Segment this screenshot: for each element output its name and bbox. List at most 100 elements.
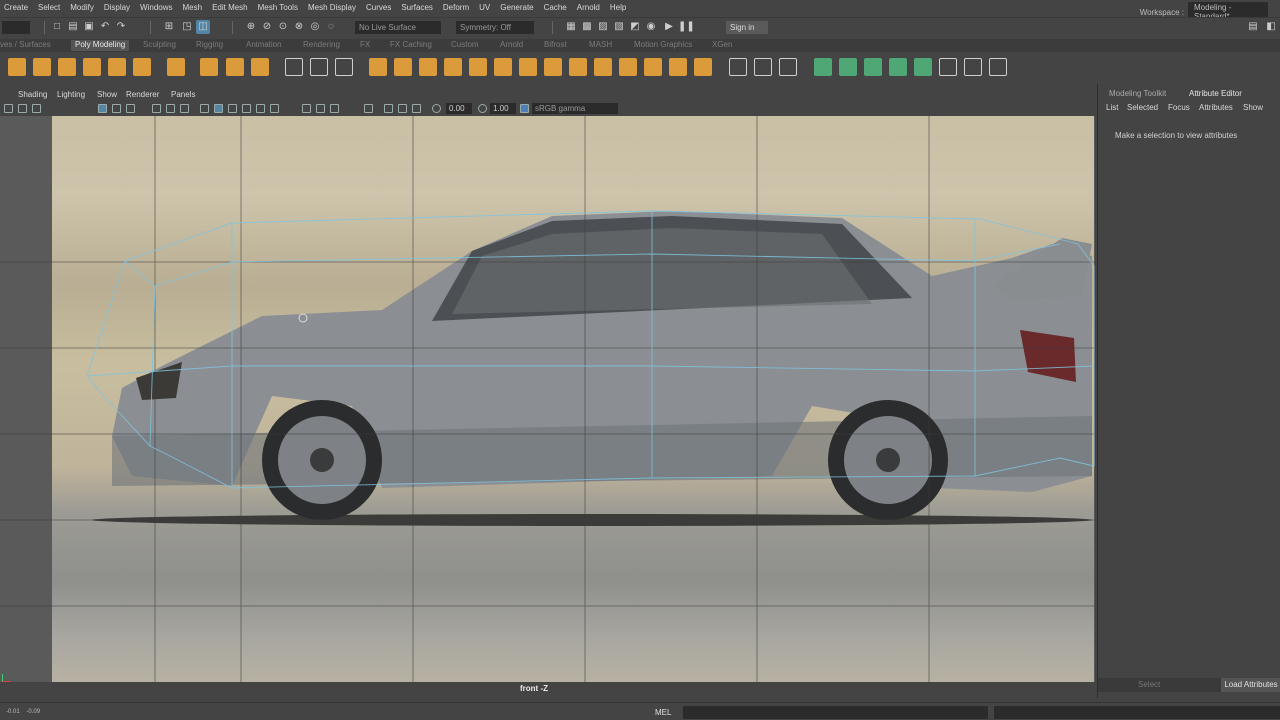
redo-icon[interactable]: ↷ (114, 20, 128, 34)
shadows-icon[interactable] (270, 104, 279, 113)
multi-cut-icon[interactable] (644, 58, 662, 76)
script-language-toggle[interactable]: MEL (655, 708, 671, 717)
super-shape-icon[interactable] (200, 58, 218, 76)
menu-windows[interactable]: Windows (136, 3, 178, 12)
select-object-icon[interactable]: ◳ (180, 20, 194, 34)
svg-tool-icon[interactable] (251, 58, 269, 76)
connect-icon[interactable] (779, 58, 797, 76)
shelf-tab-poly-modeling[interactable]: Poly Modeling (71, 40, 130, 51)
menu-attributes[interactable]: Attributes (1199, 103, 1233, 112)
type-tool-icon[interactable] (226, 58, 244, 76)
menu-curves[interactable]: Curves (362, 3, 397, 12)
xray-components-icon[interactable] (398, 104, 407, 113)
offset-loop-icon[interactable] (694, 58, 712, 76)
bevel-icon[interactable] (469, 58, 487, 76)
color-management-icon[interactable] (520, 104, 529, 113)
panel-menu-panels[interactable]: Panels (171, 90, 195, 99)
new-scene-icon[interactable]: □ (50, 20, 64, 34)
wireframe-icon[interactable] (200, 104, 209, 113)
render-settings-icon[interactable]: ▧ (612, 20, 626, 34)
extrude-icon[interactable] (419, 58, 437, 76)
tab-modeling-toolkit[interactable]: Modeling Toolkit (1109, 89, 1166, 98)
menu-mesh-display[interactable]: Mesh Display (304, 3, 362, 12)
menu-modify[interactable]: Modify (66, 3, 100, 12)
use-lights-icon[interactable] (256, 104, 265, 113)
film-gate-icon[interactable] (112, 104, 121, 113)
shelf-tab-fx-caching[interactable]: FX Caching (390, 40, 432, 51)
wireframe-on-shaded-icon[interactable] (228, 104, 237, 113)
mirror-icon[interactable] (814, 58, 832, 76)
xray-icon[interactable] (242, 104, 251, 113)
arnold-render-icon[interactable]: ◉ (644, 20, 658, 34)
bookmarks-icon[interactable] (32, 104, 41, 113)
shelf-tab-fx[interactable]: FX (360, 40, 370, 51)
shelf-tab-xgen[interactable]: XGen (712, 40, 732, 51)
boolean-icon[interactable] (369, 58, 387, 76)
uv-unfold-icon[interactable] (839, 58, 857, 76)
layout-icon[interactable]: ◧ (1264, 20, 1278, 34)
poly-plane-icon[interactable] (108, 58, 126, 76)
menu-cache[interactable]: Cache (540, 3, 573, 12)
platonic-icon[interactable] (167, 58, 185, 76)
select-hierarchy-icon[interactable]: ⊞ (162, 20, 176, 34)
menu-list[interactable]: List (1106, 103, 1118, 112)
menu-deform[interactable]: Deform (439, 3, 475, 12)
shelf-tab-rendering[interactable]: Rendering (303, 40, 340, 51)
chamfer-icon[interactable] (619, 58, 637, 76)
pause-icon[interactable]: ❚❚ (678, 20, 695, 34)
select-component-icon[interactable]: ◫ (196, 20, 210, 34)
shelf-tab-animation[interactable]: Animation (246, 40, 282, 51)
menu-show[interactable]: Show (1243, 103, 1263, 112)
smooth-shade-icon[interactable] (214, 104, 223, 113)
menu-generate[interactable]: Generate (496, 3, 539, 12)
poly-cube-icon[interactable] (33, 58, 51, 76)
menu-arnold[interactable]: Arnold (573, 3, 606, 12)
snap-point-icon[interactable]: ⊙ (276, 20, 290, 34)
view-transform-select[interactable]: sRGB gamma (532, 103, 618, 114)
shelf-tab-rigging[interactable]: Rigging (196, 40, 223, 51)
menu-select[interactable]: Select (34, 3, 66, 12)
safe-action-icon[interactable] (180, 104, 189, 113)
poke-icon[interactable] (594, 58, 612, 76)
resolution-gate-icon[interactable] (126, 104, 135, 113)
cut-uv-icon[interactable] (964, 58, 982, 76)
shelf-tab-arnold[interactable]: Arnold (500, 40, 523, 51)
playback-icon[interactable]: ▶ (662, 20, 676, 34)
uv-editor-icon[interactable] (939, 58, 957, 76)
hypershade-icon[interactable]: ◩ (628, 20, 642, 34)
command-input[interactable] (683, 706, 988, 719)
exposure-icon[interactable] (432, 104, 441, 113)
render-sequence-icon[interactable]: ▩ (580, 20, 594, 34)
gamma-icon[interactable] (478, 104, 487, 113)
render-current-icon[interactable]: ▦ (564, 20, 578, 34)
live-surface-field[interactable]: No Live Surface (355, 21, 441, 34)
poly-sphere-icon[interactable] (8, 58, 26, 76)
insert-edge-loop-icon[interactable] (669, 58, 687, 76)
shelf-tab-custom[interactable]: Custom (451, 40, 479, 51)
menu-mesh[interactable]: Mesh (179, 3, 209, 12)
sculpt-icon[interactable] (754, 58, 772, 76)
uv-layout-icon[interactable] (864, 58, 882, 76)
xray-joints-icon[interactable] (384, 104, 393, 113)
shelf-tab-bifrost[interactable]: Bifrost (544, 40, 567, 51)
shelf-tab-motion-graphics[interactable]: Motion Graphics (634, 40, 692, 51)
separate-icon[interactable] (310, 58, 328, 76)
extract-icon[interactable] (394, 58, 412, 76)
gate-mask-icon[interactable] (152, 104, 161, 113)
field-chart-icon[interactable] (166, 104, 175, 113)
undo-icon[interactable]: ↶ (98, 20, 112, 34)
bridge-icon[interactable] (444, 58, 462, 76)
uv-planar-icon[interactable] (889, 58, 907, 76)
panel-menu-renderer[interactable]: Renderer (126, 90, 159, 99)
poly-torus-icon[interactable] (83, 58, 101, 76)
exposure-field[interactable]: 0.00 (446, 103, 472, 114)
fill-hole-icon[interactable] (544, 58, 562, 76)
symmetry-field[interactable]: Symmetry: Off (456, 21, 534, 34)
menu-surfaces[interactable]: Surfaces (397, 3, 439, 12)
menu-create[interactable]: Create (0, 3, 34, 12)
menu-edit-mesh[interactable]: Edit Mesh (208, 3, 254, 12)
append-icon[interactable] (519, 58, 537, 76)
panel-menu-lighting[interactable]: Lighting (57, 90, 85, 99)
snap-live-icon[interactable]: ◌ (324, 20, 338, 34)
wedge-icon[interactable] (569, 58, 587, 76)
